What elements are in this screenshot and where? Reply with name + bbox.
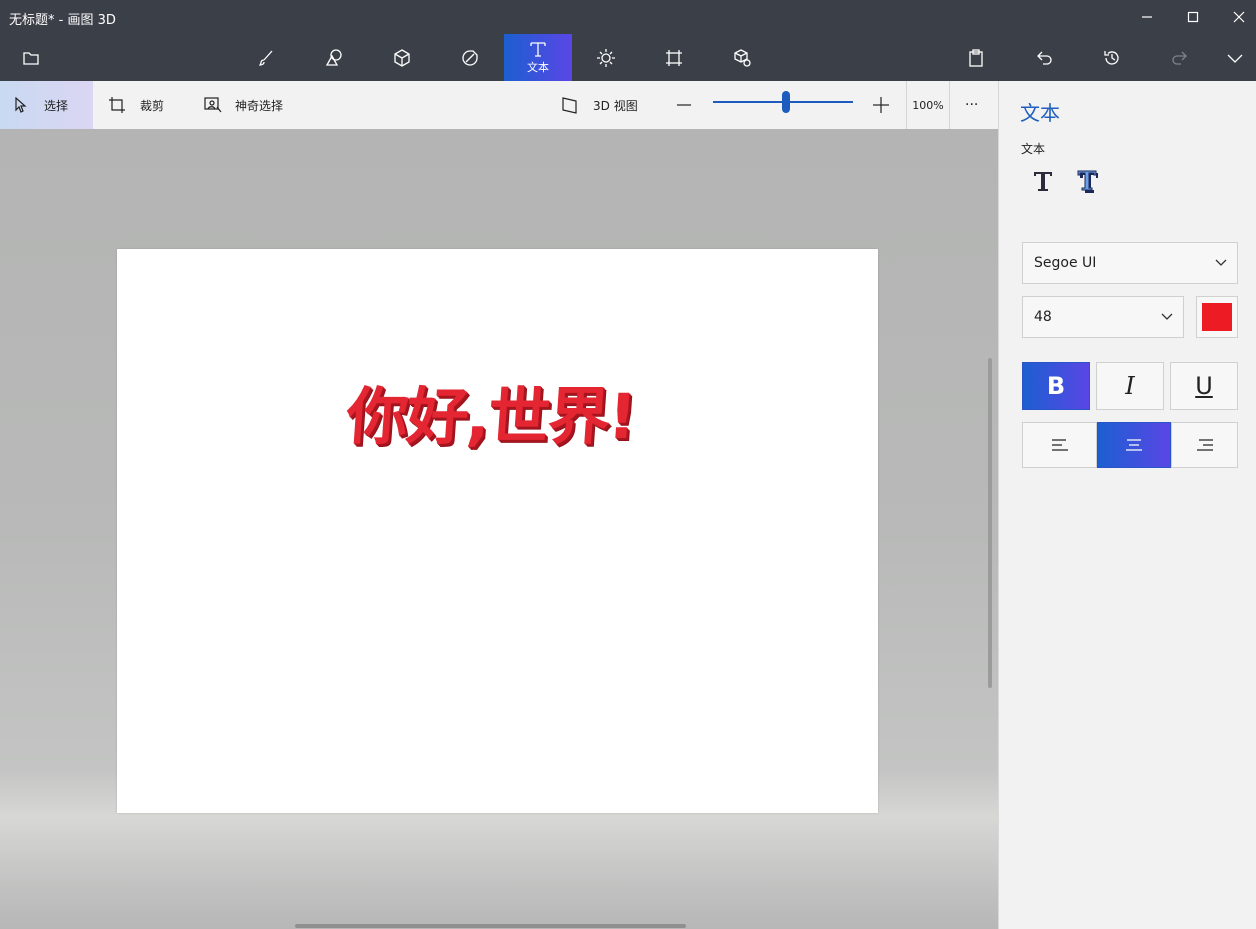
text-tool-button[interactable]: 文本 [504,34,572,81]
crop-button[interactable]: 裁剪 [108,81,164,129]
crop-icon [109,97,125,113]
paste-icon [969,48,983,67]
shapes-3d-button[interactable] [368,34,436,81]
bold-button[interactable]: B [1022,362,1090,410]
magic-select-button[interactable]: 神奇选择 [203,81,283,129]
library-3d-button[interactable] [708,34,776,81]
close-button[interactable] [1216,0,1256,34]
window-title: 无标题* - 画图 3D [9,13,116,28]
crop-label: 裁剪 [140,98,165,113]
text-3d-button[interactable] [1069,164,1105,198]
font-family-value: Segoe UI [1034,255,1097,271]
plus-icon [873,97,889,113]
canvas-button[interactable] [640,34,708,81]
menu-button[interactable] [0,34,62,81]
select-button[interactable]: 选择 [0,81,93,129]
zoom-out-button[interactable] [676,81,692,129]
align-right-icon [1196,439,1213,451]
undo-icon [1037,51,1052,65]
sticker-icon [462,49,478,66]
history-button[interactable] [1078,34,1146,81]
text-2d-icon [1034,172,1052,191]
view-3d-button[interactable]: 3D 视图 [561,81,638,129]
minimize-button[interactable] [1124,0,1170,34]
panel-section-label: 文本 [1021,142,1046,156]
library-3d-icon [734,48,751,67]
minimize-icon [1142,16,1152,18]
stickers-button[interactable] [436,34,504,81]
maximize-icon [1187,11,1199,23]
cube-icon [394,48,410,67]
sun-icon [597,48,615,67]
bold-label: B [1046,372,1066,400]
shapes-2d-button[interactable] [300,34,368,81]
font-size-dropdown[interactable]: 48 [1022,296,1184,338]
align-left-icon [1051,439,1068,451]
maximize-button[interactable] [1170,0,1216,34]
main-toolbar: 文本 [0,34,1256,81]
view-3d-icon [562,97,577,114]
font-size-value: 48 [1034,309,1052,325]
minus-icon [677,104,691,106]
history-icon [1104,50,1119,65]
magic-select-icon [204,97,222,113]
underline-button[interactable]: U [1170,362,1238,410]
title-bar: 无标题* - 画图 3D [0,0,1256,34]
chevron-down-icon [1161,313,1173,320]
close-icon [1233,11,1245,23]
text-tool-label: 文本 [527,61,549,74]
magic-select-label: 神奇选择 [235,98,284,113]
more-options-button[interactable]: ··· [965,81,978,129]
align-left-button[interactable] [1022,422,1097,468]
undo-button[interactable] [1010,34,1078,81]
align-center-icon [1126,439,1142,451]
canvas-text[interactable]: 你好,世界! [344,366,638,456]
effects-button[interactable] [572,34,640,81]
horizontal-scrollbar[interactable] [295,924,686,928]
text-icon [530,42,546,57]
underline-label: U [1195,372,1213,400]
chevron-down-icon [1215,259,1227,266]
font-family-dropdown[interactable]: Segoe UI [1022,242,1238,284]
view-3d-label: 3D 视图 [593,98,638,113]
redo-button[interactable] [1146,34,1214,81]
shapes-2d-icon [325,48,342,66]
zoom-percentage[interactable]: 100% [906,81,950,129]
redo-icon [1172,51,1187,65]
zoom-in-button[interactable] [872,81,890,129]
pointer-icon [15,97,27,113]
text-2d-button[interactable] [1025,164,1061,198]
zoom-slider-thumb[interactable] [782,91,790,113]
italic-button[interactable]: I [1096,362,1164,410]
text-3d-icon [1077,170,1098,193]
select-label: 选择 [44,98,69,113]
text-panel [998,81,1256,929]
paste-button[interactable] [942,34,1010,81]
text-color-swatch [1202,303,1232,331]
brushes-button[interactable] [232,34,300,81]
canvas-icon [666,49,682,66]
panel-title: 文本 [1020,101,1060,125]
align-right-button[interactable] [1171,422,1238,468]
align-center-button[interactable] [1097,422,1171,468]
folder-icon [23,51,39,65]
chevron-down-icon [1227,54,1243,63]
brush-icon [258,50,273,66]
drawing-canvas[interactable] [117,249,878,813]
vertical-scrollbar[interactable] [988,358,992,688]
expand-button[interactable] [1214,34,1256,81]
italic-label: I [1125,372,1135,400]
text-color-button[interactable] [1196,296,1238,338]
